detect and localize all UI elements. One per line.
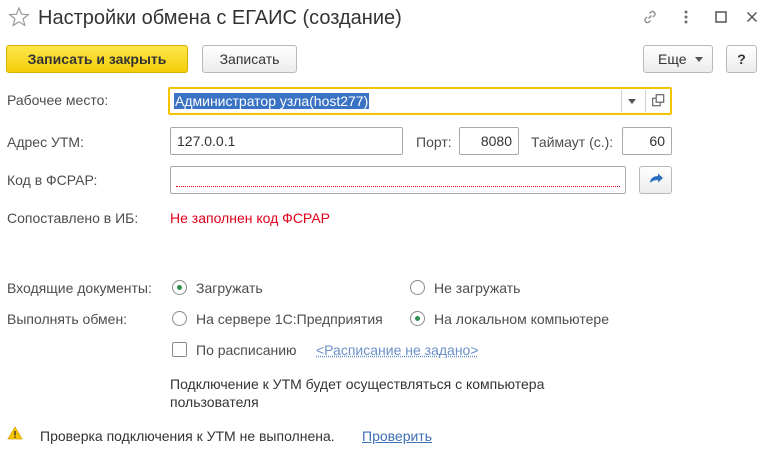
incoming-noload-label[interactable]: Не загружать	[434, 279, 520, 297]
window-title: Настройки обмена с ЕГАИС (создание)	[38, 7, 402, 29]
schedule-link[interactable]: <Расписание не задано>	[316, 341, 479, 359]
star-icon[interactable]	[8, 6, 30, 28]
dropdown-arrow-icon[interactable]	[628, 99, 636, 104]
save-and-close-button[interactable]: Записать и закрыть	[6, 45, 188, 73]
more-button[interactable]: Еще	[643, 45, 713, 73]
workplace-value: Администратор узла(host277)	[174, 93, 370, 109]
utm-address-label: Адрес УТМ:	[7, 134, 84, 150]
chevron-down-icon	[694, 56, 703, 62]
refresh-arrow-icon	[649, 173, 663, 183]
open-icon[interactable]	[652, 94, 665, 107]
port-label: Порт:	[416, 134, 452, 150]
workplace-label: Рабочее место:	[7, 92, 109, 108]
fsrar-code-label: Код в ФСРАР:	[7, 172, 98, 188]
link-icon[interactable]	[640, 7, 660, 27]
matched-label: Сопоставлено в ИБ:	[7, 210, 139, 226]
exchange-local-label[interactable]: На локальном компьютере	[434, 310, 609, 328]
more-button-label: Еще	[658, 51, 687, 67]
utm-address-input[interactable]: 127.0.0.1	[170, 127, 403, 155]
save-button[interactable]: Записать	[202, 45, 297, 73]
exchange-server-radio[interactable]	[172, 311, 187, 326]
fsrar-code-input[interactable]	[170, 166, 626, 194]
exchange-local-radio[interactable]	[410, 311, 425, 326]
info-text-line1: Подключение к УТМ будет осуществляться с…	[170, 376, 545, 392]
warning-icon	[7, 426, 23, 440]
schedule-checkbox[interactable]	[172, 342, 187, 357]
timeout-input[interactable]: 60	[622, 127, 672, 155]
workplace-field[interactable]: Администратор узла(host277)	[168, 87, 672, 115]
exchange-label: Выполнять обмен:	[7, 311, 128, 327]
check-connection-link[interactable]: Проверить	[362, 427, 432, 445]
refresh-button[interactable]	[639, 166, 672, 194]
exchange-server-label[interactable]: На сервере 1С:Предприятия	[196, 310, 383, 328]
kebab-menu-icon[interactable]	[676, 7, 696, 27]
schedule-label[interactable]: По расписанию	[196, 341, 297, 359]
incoming-load-label[interactable]: Загружать	[196, 279, 263, 297]
close-icon[interactable]	[742, 7, 762, 27]
port-input[interactable]: 8080	[459, 127, 519, 155]
timeout-label: Таймаут (с.):	[531, 134, 614, 150]
help-button[interactable]: ?	[726, 45, 757, 73]
status-message: Проверка подключения к УТМ не выполнена.	[40, 428, 335, 444]
incoming-label: Входящие документы:	[7, 280, 152, 296]
info-text-line2: пользователя	[170, 394, 259, 410]
incoming-noload-radio[interactable]	[410, 280, 425, 295]
matched-status: Не заполнен код ФСРАР	[170, 210, 331, 226]
incoming-load-radio[interactable]	[172, 280, 187, 295]
maximize-icon[interactable]	[711, 7, 731, 27]
